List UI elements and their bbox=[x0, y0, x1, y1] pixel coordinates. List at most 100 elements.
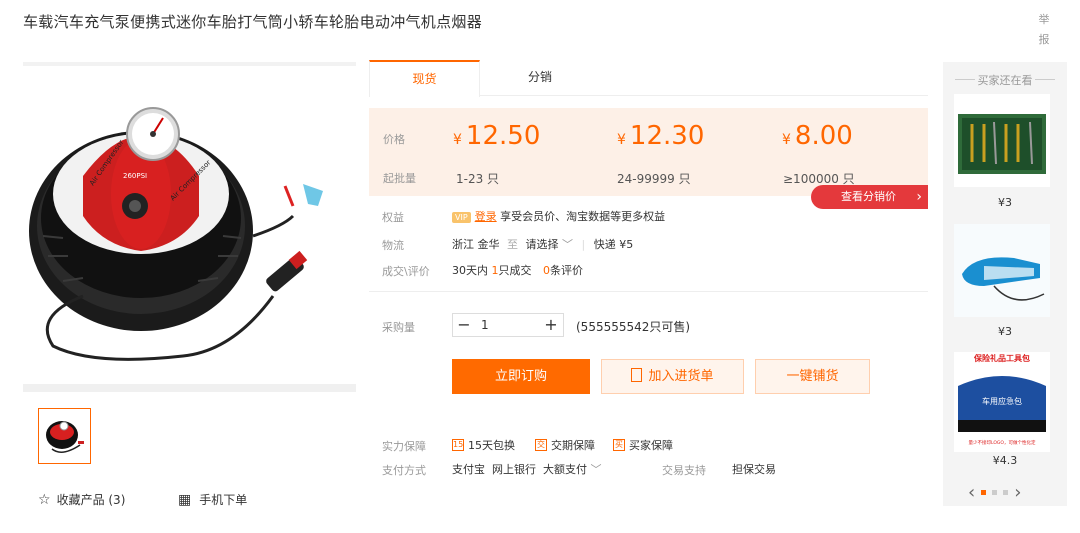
separator: | bbox=[581, 238, 586, 251]
car-vacuum-image bbox=[954, 224, 1050, 317]
price-box: 价格 起批量 ¥12.50 ¥12.30 ¥8.00 1-23 只 24-999… bbox=[369, 108, 928, 196]
recommend-price-1: ¥3 bbox=[998, 196, 1012, 209]
chevron-right-icon[interactable]: › bbox=[1014, 482, 1021, 503]
payment-label: 支付方式 bbox=[382, 464, 426, 477]
divider bbox=[369, 291, 928, 292]
to-word: 至 bbox=[507, 238, 518, 251]
deals-label: 成交\评价 bbox=[382, 265, 430, 278]
add-to-cart-label: 加入进货单 bbox=[648, 369, 714, 384]
tab-spot[interactable]: 现货 bbox=[369, 60, 480, 97]
sidebar-title: 买家还在看 bbox=[943, 72, 1067, 88]
pager-dot[interactable] bbox=[981, 490, 987, 495]
mobile-order-label: 手机下单 bbox=[199, 493, 248, 507]
recommend-item-3[interactable]: 保险礼品工具包 车用应急包 量少不接印LOGO，可做个性化定 bbox=[954, 352, 1050, 452]
product-title: 车载汽车充气泵便携式迷你车胎打气筒小轿车轮胎电动冲气机点烟器 bbox=[23, 13, 483, 31]
add-to-cart-button[interactable]: 加入进货单 bbox=[601, 359, 744, 394]
mobile-order-button[interactable]: ▦ 手机下单 bbox=[178, 491, 247, 508]
price-tier-3: ¥8.00 bbox=[782, 121, 853, 151]
recommend-price-3: ¥4.3 bbox=[992, 454, 1018, 467]
thumbnail-image bbox=[45, 421, 84, 453]
pager-dot[interactable] bbox=[1003, 490, 1009, 495]
exchange-15-icon: 15 bbox=[452, 439, 464, 451]
currency-symbol: ¥ bbox=[782, 132, 791, 148]
air-compressor-illustration: 260PSI Air Compressor Air Compressor bbox=[29, 107, 323, 361]
rights-label: 权益 bbox=[382, 211, 404, 224]
deals-count: 1 bbox=[491, 264, 499, 277]
tab-distribution[interactable]: 分销 bbox=[480, 60, 600, 96]
rights-row: VIP 登录 享受会员价、淘宝数据等更多权益 bbox=[452, 208, 665, 224]
guarantee-text: 15天包换 bbox=[468, 439, 515, 452]
price-tier-1: ¥12.50 bbox=[453, 121, 540, 151]
favorite-label: 收藏产品 (3) bbox=[56, 493, 126, 507]
emergency-kit-image: 保险礼品工具包 车用应急包 量少不接印LOGO，可做个性化定 bbox=[958, 353, 1046, 446]
vip-icon: VIP bbox=[452, 212, 471, 223]
trade-support-label: 交易支持 bbox=[662, 464, 706, 477]
stock-available: (555555542只可售) bbox=[576, 320, 691, 334]
guarantee-buyer[interactable]: 买买家保障 bbox=[613, 437, 673, 453]
svg-text:保险礼品工具包: 保险礼品工具包 bbox=[973, 353, 1030, 363]
currency-symbol: ¥ bbox=[453, 132, 462, 148]
clipboard-icon bbox=[631, 368, 643, 382]
deals-row: 30天内 1只成交 0条评价 bbox=[452, 262, 583, 278]
pager-dot[interactable] bbox=[992, 490, 998, 495]
price-tabs: 现货 分销 bbox=[369, 60, 928, 97]
qrcode-icon: ▦ bbox=[178, 491, 192, 508]
dist-label: 查看分销价 bbox=[841, 190, 896, 203]
destination-select[interactable]: 请选择 ﹀ bbox=[526, 238, 574, 251]
also-viewed-sidebar: 买家还在看 ¥3 ¥3 保险礼品工具包 车用应急包 量少不接印LOGO，可做个性… bbox=[943, 62, 1067, 506]
rights-text: 享受会员价、淘宝数据等更多权益 bbox=[500, 210, 666, 223]
trade-support-value: 担保交易 bbox=[732, 463, 776, 476]
recommend-item-2[interactable] bbox=[954, 224, 1050, 317]
order-now-button[interactable]: 立即订购 bbox=[452, 359, 590, 394]
plus-button[interactable]: + bbox=[539, 314, 563, 336]
toolkit-image bbox=[958, 114, 1046, 174]
chevron-down-icon: ﹀ bbox=[562, 238, 573, 251]
buyer-protection-icon: 买 bbox=[613, 439, 625, 451]
guarantee-delivery[interactable]: 交交期保障 bbox=[535, 437, 595, 453]
guarantee-exchange[interactable]: 15 15天包换 bbox=[452, 437, 515, 453]
payment-methods-text: 支付宝 网上银行 大额支付 bbox=[452, 463, 587, 476]
qty-tier-2: 24-99999 只 bbox=[617, 172, 691, 186]
login-link[interactable]: 登录 bbox=[475, 210, 497, 223]
reviews-count[interactable]: 0 bbox=[543, 264, 550, 277]
guarantee-text: 买家保障 bbox=[629, 439, 673, 452]
payment-methods[interactable]: 支付宝 网上银行 大额支付 ﹀ bbox=[452, 461, 602, 477]
destination-select-label: 请选择 bbox=[525, 238, 559, 251]
price-tier-2: ¥12.30 bbox=[617, 121, 704, 151]
guarantee-text: 交期保障 bbox=[551, 439, 595, 452]
svg-text:车用应急包: 车用应急包 bbox=[982, 396, 1022, 406]
one-click-distribute-button[interactable]: 一键铺货 bbox=[755, 359, 870, 394]
star-icon: ☆ bbox=[38, 491, 51, 508]
deals-unit: 只成交 bbox=[498, 264, 532, 277]
chevron-left-icon[interactable]: ‹ bbox=[968, 482, 975, 503]
logistics-label: 物流 bbox=[382, 239, 404, 252]
guarantee-label: 实力保障 bbox=[382, 440, 426, 453]
price-value: 12.50 bbox=[465, 121, 541, 151]
report-link[interactable]: 举报 bbox=[1037, 10, 1051, 50]
price-label: 价格 bbox=[383, 133, 405, 146]
price-value: 12.30 bbox=[629, 121, 705, 151]
thumbnail-1[interactable] bbox=[38, 408, 91, 464]
chevron-down-icon: ﹀ bbox=[590, 463, 602, 476]
svg-text:量少不接印LOGO，可做个性化定: 量少不接印LOGO，可做个性化定 bbox=[969, 439, 1036, 446]
deals-prefix: 30天内 bbox=[452, 264, 488, 277]
main-product-image[interactable]: 260PSI Air Compressor Air Compressor bbox=[23, 62, 356, 392]
price-value: 8.00 bbox=[794, 121, 853, 151]
minus-button[interactable]: − bbox=[453, 314, 475, 336]
svg-text:260PSI: 260PSI bbox=[123, 172, 147, 180]
qty-tier-1: 1-23 只 bbox=[456, 172, 500, 186]
currency-symbol: ¥ bbox=[617, 132, 626, 148]
recommend-price-2: ¥3 bbox=[998, 325, 1012, 338]
purchase-qty-label: 采购量 bbox=[382, 321, 415, 334]
ship-from: 浙江 金华 bbox=[452, 238, 500, 251]
sidebar-pager: ‹ › bbox=[968, 482, 1021, 503]
chevron-right-icon: › bbox=[916, 189, 922, 205]
favorite-product-button[interactable]: ☆ 收藏产品 (3) bbox=[38, 491, 125, 508]
express-fee: 快递 ¥5 bbox=[593, 238, 634, 251]
quantity-input[interactable]: 1 bbox=[481, 314, 489, 336]
reviews-unit: 条评价 bbox=[550, 264, 583, 277]
quantity-stepper: − 1 + bbox=[452, 313, 564, 337]
view-distribution-price-button[interactable]: 查看分销价 › bbox=[811, 185, 928, 209]
delivery-guarantee-icon: 交 bbox=[535, 439, 547, 451]
recommend-item-1[interactable] bbox=[954, 94, 1050, 187]
